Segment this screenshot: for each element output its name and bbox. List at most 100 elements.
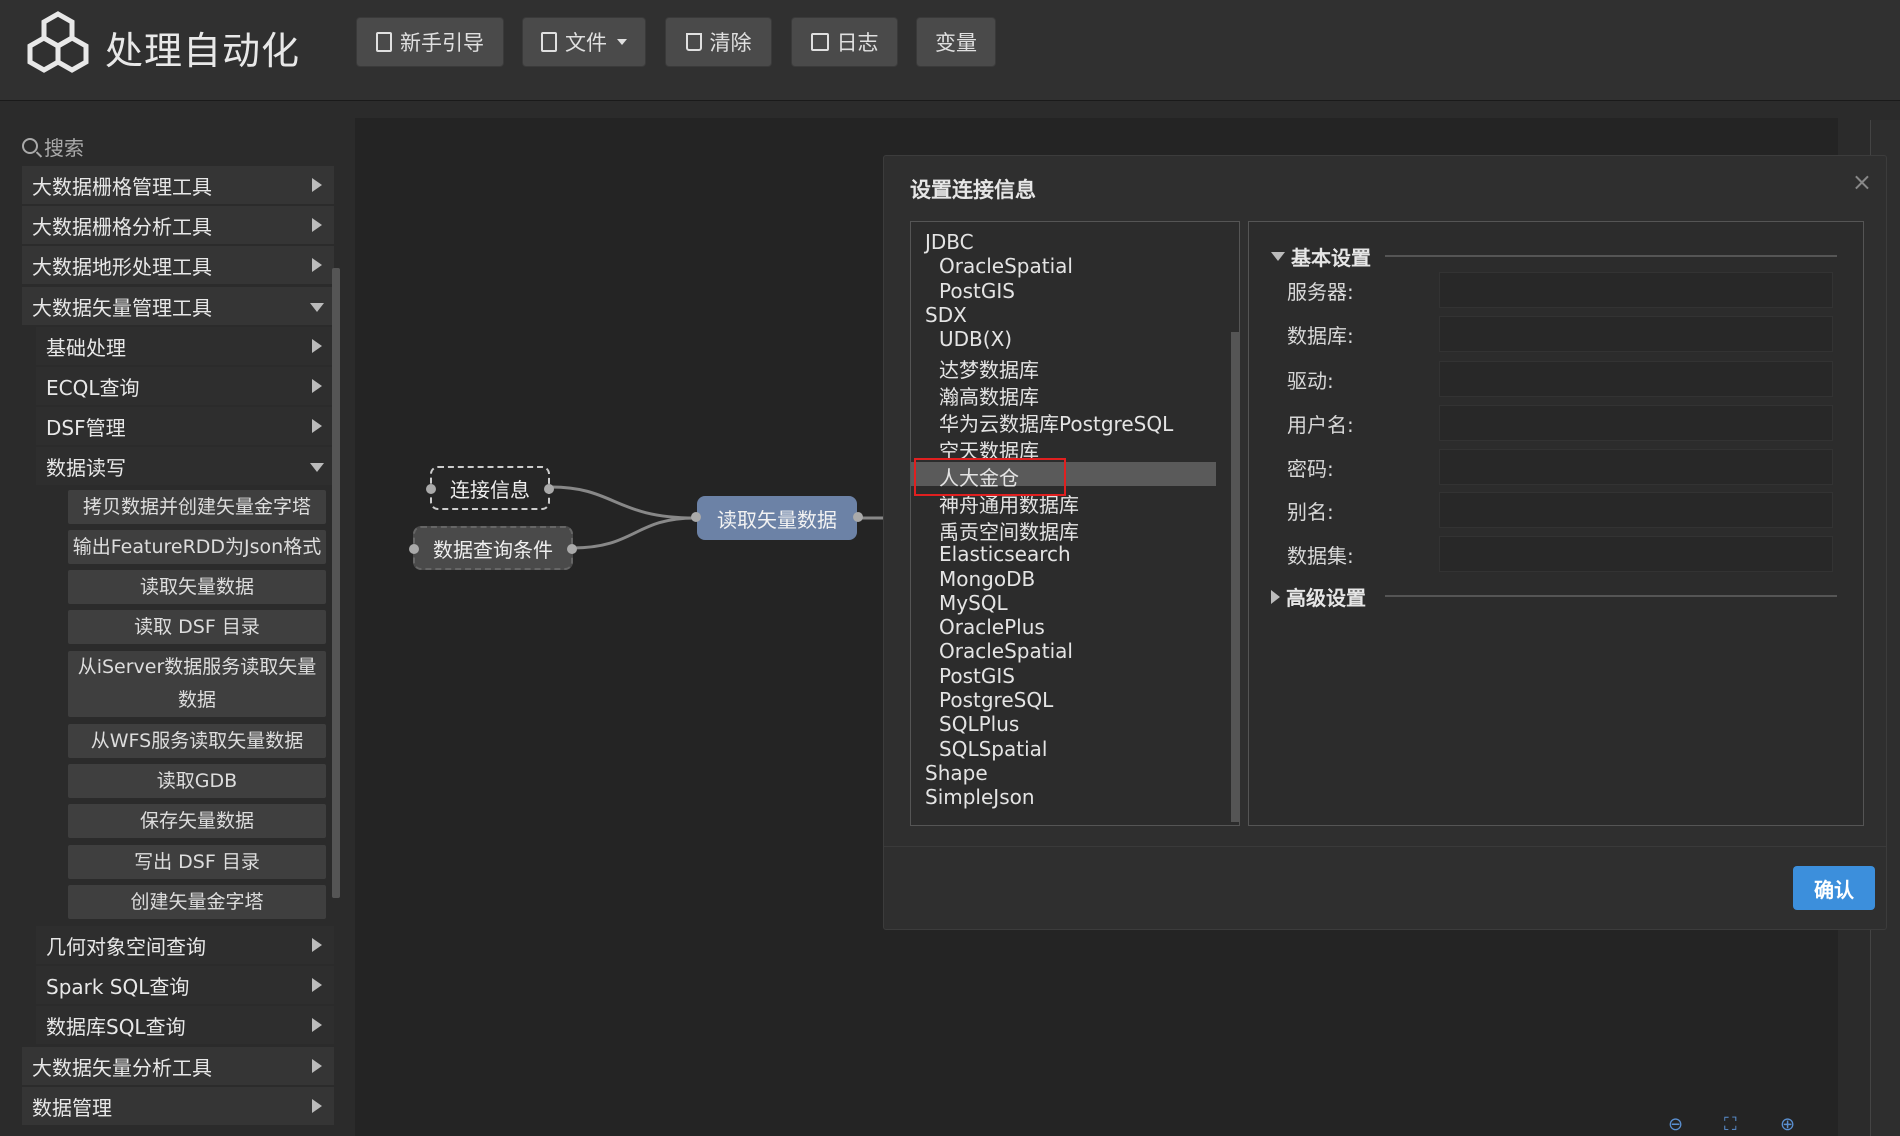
- tree-item[interactable]: UDB(X): [939, 327, 1012, 351]
- tree-item[interactable]: PostGIS: [939, 279, 1015, 303]
- menu-vector-management[interactable]: 大数据矢量管理工具: [22, 287, 334, 325]
- menu-raster-analysis[interactable]: 大数据栅格分析工具: [22, 206, 334, 244]
- output-port[interactable]: [567, 544, 577, 554]
- basic-settings-header[interactable]: 基本设置: [1271, 242, 1371, 271]
- zoom-in-icon[interactable]: ⊕: [1780, 1114, 1795, 1135]
- dialog-footer-divider: [884, 846, 1886, 847]
- input-port[interactable]: [409, 544, 419, 554]
- file-menu-button[interactable]: 文件: [522, 17, 646, 67]
- zoom-out-icon[interactable]: ⊖: [1668, 1114, 1683, 1135]
- node-query-condition[interactable]: 数据查询条件: [409, 526, 577, 570]
- tree-item[interactable]: OracleSpatial: [939, 639, 1073, 663]
- database-input[interactable]: [1439, 316, 1833, 352]
- menu-basic-processing[interactable]: 基础处理: [36, 327, 334, 365]
- node-connection-info[interactable]: 连接信息: [426, 466, 554, 510]
- node-label: 读取矢量数据: [717, 507, 837, 532]
- driver-input[interactable]: [1439, 361, 1833, 397]
- tree-scrollbar[interactable]: [1231, 332, 1239, 822]
- menu-data-management[interactable]: 数据管理: [22, 1087, 334, 1125]
- fit-screen-icon[interactable]: ⛶: [1724, 1114, 1737, 1135]
- document-icon: [376, 32, 392, 52]
- menu-label: 大数据栅格管理工具: [32, 174, 212, 199]
- chevron-right-icon: [312, 178, 322, 192]
- log-button-label: 日志: [836, 31, 879, 55]
- menu-geometry-query[interactable]: 几何对象空间查询: [36, 926, 334, 964]
- menu-data-io[interactable]: 数据读写: [36, 447, 334, 485]
- tool-read-iserver[interactable]: 从iServer数据服务读取矢量数据: [68, 651, 326, 717]
- password-input[interactable]: [1439, 449, 1833, 485]
- menu-spark-sql[interactable]: Spark SQL查询: [36, 966, 334, 1004]
- log-button[interactable]: 日志: [791, 17, 898, 67]
- tool-read-wfs[interactable]: 从WFS服务读取矢量数据: [68, 724, 326, 758]
- advanced-settings-header[interactable]: 高级设置: [1271, 582, 1366, 611]
- input-port[interactable]: [691, 512, 701, 522]
- tool-read-gdb[interactable]: 读取GDB: [68, 764, 326, 798]
- username-label: 用户名:: [1287, 413, 1354, 437]
- menu-dsf[interactable]: DSF管理: [36, 407, 334, 445]
- tree-item[interactable]: MySQL: [939, 591, 1008, 615]
- menu-label: 数据读写: [46, 455, 126, 480]
- datasource-tree[interactable]: SimpleJson Shape SQLSpatial SQLPlus PostgreS…: [910, 221, 1240, 826]
- divider: [1385, 595, 1837, 597]
- tree-item[interactable]: 瀚高数据库: [939, 381, 1039, 409]
- tool-read-dsf[interactable]: 读取 DSF 目录: [68, 610, 326, 644]
- variables-button[interactable]: 变量: [916, 17, 996, 67]
- menu-terrain[interactable]: 大数据地形处理工具: [22, 246, 334, 284]
- chevron-right-icon: [312, 379, 322, 393]
- menu-raster-management[interactable]: 大数据栅格管理工具: [22, 166, 334, 204]
- tree-item[interactable]: PostgreSQL: [939, 688, 1053, 712]
- clear-button-label: 清除: [709, 31, 752, 55]
- tree-item[interactable]: 华为云数据库PostgreSQL: [939, 408, 1173, 436]
- input-port[interactable]: [426, 484, 436, 494]
- node-read-vector[interactable]: 读取矢量数据: [691, 496, 863, 540]
- menu-label: 几何对象空间查询: [46, 934, 206, 959]
- database-label: 数据库:: [1287, 324, 1354, 348]
- menu-vector-analysis[interactable]: 大数据矢量分析工具: [22, 1047, 334, 1085]
- tree-item[interactable]: 空天数据库: [939, 435, 1039, 463]
- connection-properties: 基本设置 服务器: 数据库: 驱动: 用户名: 密码: 别名: 数据集: 高级设…: [1248, 221, 1864, 826]
- output-port[interactable]: [853, 512, 863, 522]
- driver-label: 驱动:: [1287, 369, 1334, 393]
- tree-item[interactable]: OraclePlus: [939, 615, 1045, 639]
- tree-group[interactable]: Shape: [925, 761, 988, 785]
- search-icon: [22, 138, 38, 154]
- username-input[interactable]: [1439, 405, 1833, 441]
- tree-item[interactable]: 达梦数据库: [939, 354, 1039, 382]
- output-port[interactable]: [544, 484, 554, 494]
- alias-input[interactable]: [1439, 492, 1833, 528]
- close-icon[interactable]: ×: [1852, 168, 1872, 196]
- search-box[interactable]: 搜索: [22, 126, 84, 166]
- chevron-right-icon: [312, 258, 322, 272]
- tree-group[interactable]: SimpleJson: [925, 785, 1035, 809]
- tool-save-vector[interactable]: 保存矢量数据: [68, 804, 326, 838]
- tree-item[interactable]: SQLSpatial: [939, 737, 1047, 761]
- menu-label: 数据库SQL查询: [46, 1014, 186, 1039]
- tree-item[interactable]: MongoDB: [939, 567, 1035, 591]
- tree-group[interactable]: JDBC: [925, 230, 974, 254]
- menu-label: 大数据矢量管理工具: [32, 295, 212, 320]
- clear-button[interactable]: 清除: [665, 17, 772, 67]
- tool-copy-pyramid[interactable]: 拷贝数据并创建矢量金字塔: [68, 490, 326, 524]
- tool-read-vector[interactable]: 读取矢量数据: [68, 570, 326, 604]
- dataset-label: 数据集:: [1287, 544, 1354, 568]
- tool-write-dsf[interactable]: 写出 DSF 目录: [68, 845, 326, 879]
- server-input[interactable]: [1439, 272, 1833, 308]
- dataset-input[interactable]: [1439, 536, 1833, 572]
- tree-item[interactable]: PostGIS: [939, 664, 1015, 688]
- chevron-right-icon: [312, 938, 322, 952]
- file-icon: [541, 32, 557, 52]
- selection-highlight: [914, 458, 1066, 496]
- tree-item[interactable]: OracleSpatial: [939, 254, 1073, 278]
- menu-ecql[interactable]: ECQL查询: [36, 367, 334, 405]
- tree-item[interactable]: 禹贡空间数据库: [939, 516, 1079, 544]
- tree-group[interactable]: SDX: [925, 303, 967, 327]
- tree-item[interactable]: Elasticsearch: [939, 542, 1071, 566]
- tree-item[interactable]: SQLPlus: [939, 712, 1019, 736]
- connector-line: [572, 516, 696, 550]
- tool-export-json[interactable]: 输出FeatureRDD为Json格式: [68, 530, 326, 564]
- tool-create-pyramid[interactable]: 创建矢量金字塔: [68, 885, 326, 919]
- confirm-button[interactable]: 确认: [1793, 866, 1875, 910]
- sidebar-scrollbar[interactable]: [332, 268, 340, 898]
- menu-db-sql[interactable]: 数据库SQL查询: [36, 1006, 334, 1044]
- guide-button[interactable]: 新手引导: [356, 17, 504, 67]
